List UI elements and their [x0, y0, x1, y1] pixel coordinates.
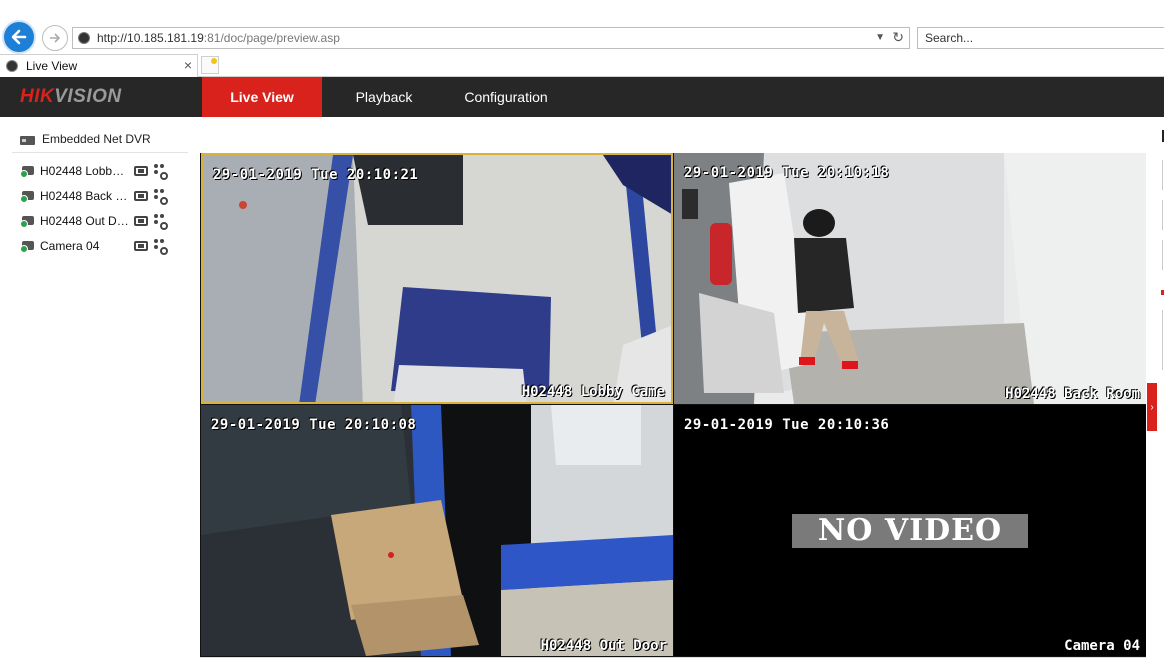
nav-configuration[interactable]: Configuration — [452, 77, 560, 117]
camera-item[interactable]: H02448 Back Room — [18, 186, 188, 206]
hikvision-logo: HIKVISION — [20, 86, 122, 107]
camera-item[interactable]: H02448 Out Door — [18, 211, 188, 231]
out-door-camera-feed — [201, 405, 673, 656]
tile-timestamp: 29-01-2019 Tue 20:10:08 — [211, 417, 417, 433]
record-icon[interactable] — [134, 166, 148, 176]
nav-playback[interactable]: Playback — [336, 77, 432, 117]
bottom-toolbar — [200, 657, 1146, 665]
camera-label: H02448 Back Room — [40, 189, 130, 203]
camera-icon — [20, 191, 34, 203]
device-label: Embedded Net DVR — [42, 132, 151, 146]
camera-item[interactable]: H02448 Lobby Camera — [18, 161, 188, 181]
search-input[interactable]: Search... — [917, 27, 1164, 49]
ptz-control-icon[interactable] — [154, 188, 170, 205]
video-tile-camera-04[interactable]: 29-01-2019 Tue 20:10:36 NO VIDEO Camera … — [674, 405, 1146, 656]
ptz-control-icon[interactable] — [154, 238, 170, 255]
arrow-right-icon — [50, 33, 61, 43]
video-tile-back-room[interactable]: 29-01-2019 Tue 20:10:18 H02448 Back Room — [674, 153, 1146, 404]
record-icon[interactable] — [134, 191, 148, 201]
new-tab-icon[interactable] — [201, 56, 219, 74]
search-placeholder: Search... — [925, 31, 974, 45]
no-video-label: NO VIDEO — [792, 514, 1028, 548]
camera-label: H02448 Lobby Camera — [40, 164, 130, 178]
video-tile-out-door[interactable]: 29-01-2019 Tue 20:10:08 H02448 Out Door — [201, 405, 673, 656]
tile-camera-name: H02448 Out Door — [540, 638, 667, 654]
ptz-control-icon[interactable] — [154, 213, 170, 230]
camera-icon — [20, 241, 34, 253]
site-favicon-icon — [78, 32, 90, 44]
tab-live-view[interactable]: Live View × — [0, 54, 198, 77]
record-icon[interactable] — [134, 241, 148, 251]
record-icon[interactable] — [134, 216, 148, 226]
close-tab-icon[interactable]: × — [184, 57, 192, 73]
nav-live-view[interactable]: Live View — [202, 77, 322, 117]
address-url[interactable]: http://10.185.181.19:81/doc/page/preview… — [97, 31, 340, 45]
tile-camera-name: H02448 Lobby Came — [521, 384, 665, 400]
tab-bar: Live View × — [0, 54, 1164, 77]
browser-toolbar: http://10.185.181.19:81/doc/page/preview… — [0, 0, 1164, 54]
tile-timestamp: 29-01-2019 Tue 20:10:18 — [684, 165, 890, 181]
device-sidebar: Embedded Net DVR H02448 Lobby Camera H02… — [0, 117, 196, 665]
tile-timestamp: 29-01-2019 Tue 20:10:36 — [684, 417, 890, 433]
right-panel-edge — [1160, 130, 1164, 390]
back-button[interactable] — [2, 20, 36, 54]
divider — [12, 152, 188, 153]
panel-toggle-icon[interactable]: › — [1147, 383, 1157, 431]
video-grid: 29-01-2019 Tue 20:10:21 H02448 Lobby Cam… — [200, 153, 1146, 657]
app-navbar: HIKVISION Live View Playback Configurati… — [0, 77, 1164, 117]
camera-item[interactable]: Camera 04 — [18, 236, 188, 256]
camera-icon — [20, 216, 34, 228]
tab-favicon-icon — [6, 60, 18, 72]
video-tile-lobby[interactable]: 29-01-2019 Tue 20:10:21 H02448 Lobby Cam… — [201, 153, 673, 404]
arrow-left-icon — [11, 29, 27, 45]
camera-icon — [20, 166, 34, 178]
camera-label: H02448 Out Door — [40, 214, 130, 228]
tile-timestamp: 29-01-2019 Tue 20:10:21 — [213, 167, 419, 183]
tab-title: Live View — [26, 59, 78, 73]
dvr-icon — [20, 136, 35, 145]
camera-label: Camera 04 — [40, 239, 100, 253]
lobby-camera-feed — [203, 155, 671, 402]
back-room-camera-feed — [674, 153, 1146, 404]
forward-button[interactable] — [42, 25, 68, 51]
tile-camera-name: Camera 04 — [1064, 638, 1140, 654]
address-dropdown-icon[interactable]: ▼ — [875, 32, 885, 43]
ptz-control-icon[interactable] — [154, 163, 170, 180]
tile-camera-name: H02448 Back Room — [1005, 386, 1140, 402]
refresh-icon[interactable]: ↻ — [892, 29, 904, 46]
address-bar[interactable]: http://10.185.181.19:81/doc/page/preview… — [72, 27, 910, 49]
